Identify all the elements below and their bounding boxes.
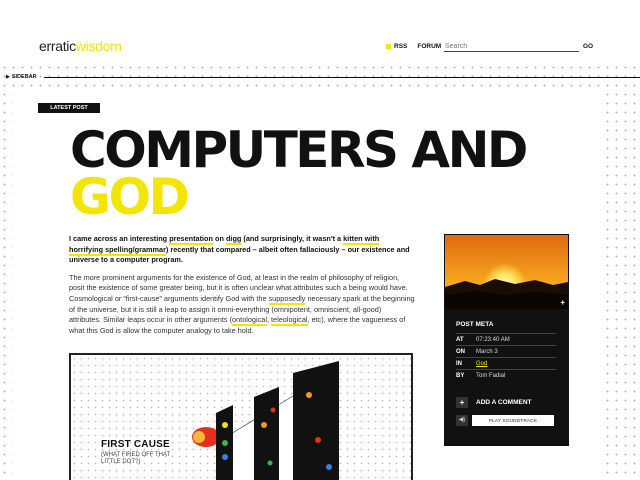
nav-forum[interactable]: FORUM [417,43,441,50]
post-meta-heading: POST META [456,321,494,328]
post-title-line-2: GOD [70,168,190,226]
panel-dot [306,392,312,398]
add-comment-button[interactable]: + ADD A COMMENT [456,397,532,408]
go-button[interactable]: GO [583,43,593,50]
category-link[interactable]: God [476,361,487,367]
meta-key: AT [456,337,464,343]
figure-subtitle: (WHAT FIRED OFF THAT LITTLE DOT?) [101,452,171,465]
site-logo[interactable]: erraticwisdom [39,38,122,54]
meta-row-by: BY Tom Fadial [456,369,556,382]
plus-icon: + [456,397,468,408]
meta-key: IN [456,361,462,367]
panel-2 [254,387,279,480]
panel-dot [270,407,276,413]
figure-title: FIRST CAUSE [101,439,170,450]
meta-value: 07:23:40 AM [476,337,510,343]
arrow-right-icon: ▶ [6,74,10,80]
header: erraticwisdom RSS FORUM GO [0,0,640,66]
expand-icon[interactable]: + [560,298,565,307]
panel-dot [315,437,321,443]
panel-dot [261,422,267,428]
logo-part-2: wisdom [75,38,122,54]
sidebar-toggle[interactable]: ▶ SIDEBAR [6,74,37,80]
presentation-link[interactable]: presentation [169,234,213,245]
ontological-link[interactable]: ontological [232,315,267,327]
body-paragraph: The more prominent arguments for the exi… [69,273,415,337]
add-comment-label: ADD A COMMENT [476,399,532,406]
speaker-icon[interactable]: ◀) [456,415,468,426]
sidebar-label: SIDEBAR [11,74,37,80]
panel-3 [293,361,339,480]
lead-paragraph: I came across an interesting presentatio… [69,234,415,266]
search-input[interactable] [444,41,579,52]
meta-value: Tom Fadial [476,373,506,379]
text: I came across an interesting [69,234,170,243]
nav-rss[interactable]: RSS [394,43,407,50]
meta-value: March 3 [476,349,498,355]
play-soundtrack-button[interactable]: PLAY SOUNDTRACK [472,415,554,426]
text: (and surprisingly, it wasn't a [241,234,344,243]
panel-dot [222,440,228,446]
post-body: I came across an interesting presentatio… [69,234,415,343]
panel-dot [222,422,228,428]
panel-dot [326,464,332,470]
top-nav: RSS FORUM [386,43,441,50]
first-cause-core [193,431,205,443]
rss-icon [386,44,391,49]
latest-post-badge: LATEST POST [38,103,100,113]
text: on [212,234,226,243]
panel-dot [267,460,273,466]
digg-link[interactable]: digg [225,234,242,245]
soundtrack-player: ◀) PLAY SOUNDTRACK [456,415,554,426]
meta-key: BY [456,373,465,379]
teleological-link[interactable]: teleological [271,315,308,327]
logo-part-1: erratic [39,38,76,54]
meta-key: ON [456,349,465,355]
first-cause-figure: FIRST CAUSE (WHAT FIRED OFF THAT LITTLE … [69,353,413,480]
panel-dot [222,454,228,460]
divider [44,77,640,78]
sunset-photo[interactable]: + [445,235,568,309]
sunset-image [445,235,568,309]
supposedly-link[interactable]: supposedly [268,293,306,305]
